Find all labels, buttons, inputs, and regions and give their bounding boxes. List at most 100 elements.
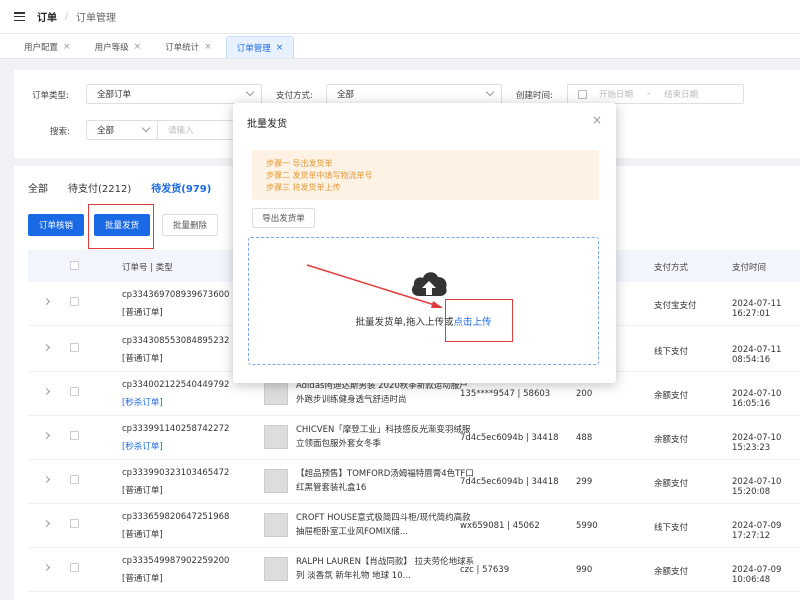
product-thumbnail [264,425,288,449]
chevron-down-icon [485,87,495,97]
order-type: [普通订单] [122,574,163,584]
user-info: wx659081 | 45062 [460,521,540,531]
pay-time: 2024-07-10 15:20:08 [732,477,782,497]
pay-method: 余额支付 [654,567,689,577]
user-info: 135****9547 | 58603 [460,389,551,399]
table-row[interactable]: cp333991140258742272 [秒杀订单] CHICVEN「摩登工业」科… [28,416,800,460]
expand-chevron-icon[interactable] [42,431,51,440]
close-icon[interactable]: × [134,42,142,52]
order-number[interactable]: cp333549987902259200 [122,556,229,566]
user-info: czc | 57639 [460,565,510,575]
top-bar: 订单 / 订单管理 [0,0,800,34]
close-icon[interactable]: × [276,43,284,53]
header-order-no: 订单号 | 类型 [122,263,173,273]
pay-method: 余额支付 [654,435,689,445]
pay-method-label: 支付方式: [276,91,313,101]
modal-title: 批量发货 [247,119,287,130]
row-checkbox[interactable] [70,563,79,572]
pay-time: 2024-07-10 15:23:23 [732,433,782,453]
batch-delete-button[interactable]: 批量删除 [162,214,218,236]
end-date-placeholder: 结束日期 [664,90,699,100]
status-tab-unpaid[interactable]: 待支付(2212) [68,180,131,201]
order-amount: 5990 [576,521,598,531]
breadcrumb-main[interactable]: 订单 [37,9,57,24]
step-2: 步骤二 发货单中填写物流单号 [266,171,373,180]
highlight-box [88,204,154,249]
header-pay-time: 支付时间 [732,263,767,273]
order-type-select[interactable]: 全部订单 [86,84,262,104]
pay-time: 2024-07-09 17:27:12 [732,521,782,541]
upload-highlight-box [445,299,513,342]
order-number[interactable]: cp333990323103465472 [122,468,229,478]
order-amount: 299 [576,477,593,487]
search-label: 搜索: [50,127,70,137]
order-number[interactable]: cp333991140258742272 [122,424,229,434]
product-thumbnail [264,469,288,493]
breadcrumb-current: 订单管理 [76,13,117,24]
status-tab-to-ship[interactable]: 待发货(979) [151,180,211,201]
start-date-placeholder: 开始日期 [599,90,634,100]
expand-chevron-icon[interactable] [42,519,51,528]
order-type: [普通订单] [122,486,163,496]
order-number[interactable]: cp334369708939673600 [122,290,229,300]
product-thumbnail [264,513,288,537]
pay-method: 余额支付 [654,479,689,489]
header-pay-method: 支付方式 [654,263,689,273]
pay-method: 支付宝支付 [654,301,697,311]
expand-chevron-icon[interactable] [42,343,51,352]
status-tabs: 全部 待支付(2212) 待发货(979) [28,180,231,201]
pay-time: 2024-07-11 16:27:01 [732,299,782,319]
chevron-down-icon [141,123,151,133]
row-checkbox[interactable] [70,297,79,306]
tab-user-config[interactable]: 用户配置 × [14,36,81,58]
step-1: 步骤一 导出发货单 [266,159,333,168]
pay-time: 2024-07-11 08:54:16 [732,345,782,365]
export-shipping-button[interactable]: 导出发货单 [252,208,315,228]
expand-chevron-icon[interactable] [42,563,51,572]
tab-user-level[interactable]: 用户等级 × [85,36,152,58]
order-number[interactable]: cp334002122540449792 [122,380,229,390]
pay-method-select[interactable]: 全部 [326,84,502,104]
upload-text: 批量发货单,拖入上传或点击上传 [355,317,492,328]
product-name: CHICVEN「摩登工业」科技感反光渐变羽绒服立领面包服外套女冬季 [296,425,471,449]
expand-chevron-icon[interactable] [42,297,51,306]
product-name: CROFT HOUSE意式极简四斗柜/现代简约高款抽屉柜卧室工业风FOMIX储.… [296,513,471,537]
product-thumbnail [264,381,288,405]
order-number[interactable]: cp333659820647251968 [122,512,229,522]
close-icon[interactable]: × [63,42,71,52]
menu-icon[interactable] [14,12,25,21]
row-checkbox[interactable] [70,519,79,528]
table-row[interactable]: cp333659820647251968 [普通订单] CROFT HOUSE意式极… [28,504,800,548]
select-all-checkbox[interactable] [70,261,79,270]
order-amount: 990 [576,565,593,575]
table-row[interactable]: cp333549987902259200 [普通订单] RALPH LAUREN【肖… [28,548,800,592]
order-type: [秒杀订单] [122,398,163,408]
search-scope-select[interactable]: 全部 [86,120,158,140]
row-checkbox[interactable] [70,387,79,396]
order-amount: 488 [576,433,593,443]
tab-order-management[interactable]: 订单管理 × [225,36,295,58]
row-checkbox[interactable] [70,475,79,484]
date-range-picker[interactable]: 开始日期 - 结束日期 [567,84,744,104]
annotation-arrow [306,264,443,308]
expand-chevron-icon[interactable] [42,475,51,484]
order-type: [普通订单] [122,308,163,318]
order-amount: 200 [576,389,593,399]
pay-method: 线下支付 [654,523,689,533]
tab-order-stats[interactable]: 订单统计 × [155,36,222,58]
expand-chevron-icon[interactable] [42,387,51,396]
pay-method: 余额支付 [654,391,689,401]
order-number[interactable]: cp334308553084895232 [122,336,229,346]
row-checkbox[interactable] [70,343,79,352]
product-name: Adidas阿迪达斯男装 2020秋季新款运动服户外跑步训练健身透气舒适时尚 [296,381,468,405]
order-verify-button[interactable]: 订单核销 [28,214,84,236]
row-checkbox[interactable] [70,431,79,440]
status-tab-all[interactable]: 全部 [28,180,48,201]
product-name: 【超品预售】TOMFORD汤姆福特唇膏4色TF口红黑管套装礼盒16 [296,469,474,493]
order-type: [普通订单] [122,530,163,540]
chevron-down-icon [245,87,255,97]
close-icon[interactable]: × [592,113,602,127]
close-icon[interactable]: × [204,42,212,52]
breadcrumb-separator: / [65,11,69,22]
table-row[interactable]: cp333990323103465472 [普通订单] 【超品预售】TOMFORD汤… [28,460,800,504]
